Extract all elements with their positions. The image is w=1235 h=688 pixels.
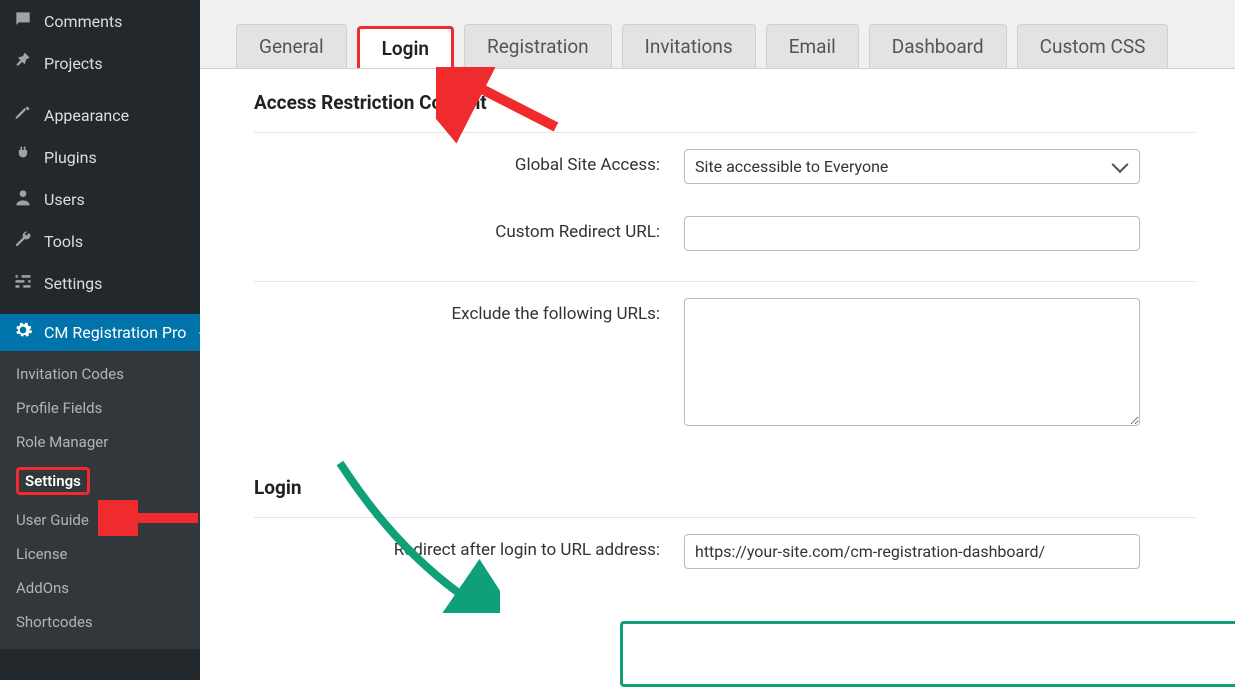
sidebar-item-cm-registration-pro[interactable]: CM Registration Pro [0,314,200,351]
section-access-title: Access Restriction Content [254,91,1195,124]
brush-icon [12,103,34,128]
tab-login[interactable]: Login [357,26,454,68]
admin-sidebar: Comments Projects Appearance Plugins Users To… [0,0,200,680]
submenu-item-shortcodes[interactable]: Shortcodes [0,605,200,639]
annotation-arrow-red-settings [98,500,208,536]
main-panel: GeneralLoginRegistrationInvitationsEmail… [200,0,1235,680]
sidebar-item-tools[interactable]: Tools [0,220,200,262]
submenu-item-settings[interactable]: Settings [0,459,200,503]
textarea-exclude-urls[interactable] [684,298,1140,426]
sidebar-item-plugins[interactable]: Plugins [0,136,200,178]
sidebar-item-label: CM Registration Pro [44,323,186,343]
tabs-bar: GeneralLoginRegistrationInvitationsEmail… [200,0,1235,68]
sliders-icon [12,271,34,296]
user-icon [12,187,34,212]
tab-registration[interactable]: Registration [464,24,612,68]
sidebar-item-users[interactable]: Users [0,178,200,220]
submenu-item-profile-fields[interactable]: Profile Fields [0,391,200,425]
input-redirect-after-login[interactable] [684,534,1140,569]
comment-icon [12,9,34,34]
row-global-site-access: Global Site Access: Site accessible to E… [200,133,1235,200]
tab-panel: Access Restriction Content Global Site A… [200,68,1235,688]
gear-icon [12,320,34,345]
pin-icon [12,51,34,76]
sidebar-item-appearance[interactable]: Appearance [0,94,200,136]
sidebar-item-label: Settings [44,274,102,293]
annotation-arrow-green-redirect [300,453,500,613]
wrench-icon [12,229,34,254]
annotation-arrow-red-login-tab [436,67,576,147]
sidebar-item-comments[interactable]: Comments [0,0,200,42]
sidebar-item-label: Projects [44,54,103,73]
tab-dashboard[interactable]: Dashboard [869,24,1007,68]
sidebar-item-label: Plugins [44,148,97,167]
sidebar-item-label: Appearance [44,106,129,125]
input-custom-redirect-url[interactable] [684,216,1140,251]
row-custom-redirect-url: Custom Redirect URL: [200,200,1235,267]
submenu-item-label: Settings [16,467,90,495]
submenu-item-invitation-codes[interactable]: Invitation Codes [0,357,200,391]
tab-invitations[interactable]: Invitations [622,24,756,68]
submenu-item-addons[interactable]: AddOns [0,571,200,605]
row-exclude-urls: Exclude the following URLs: [200,282,1235,446]
label-global-site-access: Global Site Access: [254,149,684,175]
sidebar-item-label: Tools [44,232,83,251]
sidebar-item-settings[interactable]: Settings [0,262,200,304]
sidebar-item-label: Comments [44,12,122,31]
plug-icon [12,145,34,170]
select-global-site-access[interactable]: Site accessible to Everyone [684,149,1140,184]
label-exclude-urls: Exclude the following URLs: [254,298,684,324]
label-custom-redirect-url: Custom Redirect URL: [254,216,684,242]
tab-email[interactable]: Email [766,24,859,68]
annotation-highlight-box [620,621,1235,687]
tab-custom-css[interactable]: Custom CSS [1017,24,1169,68]
sidebar-item-projects[interactable]: Projects [0,42,200,84]
tab-general[interactable]: General [236,24,347,68]
sidebar-item-label: Users [44,190,85,209]
submenu-item-role-manager[interactable]: Role Manager [0,425,200,459]
submenu-item-license[interactable]: License [0,537,200,571]
